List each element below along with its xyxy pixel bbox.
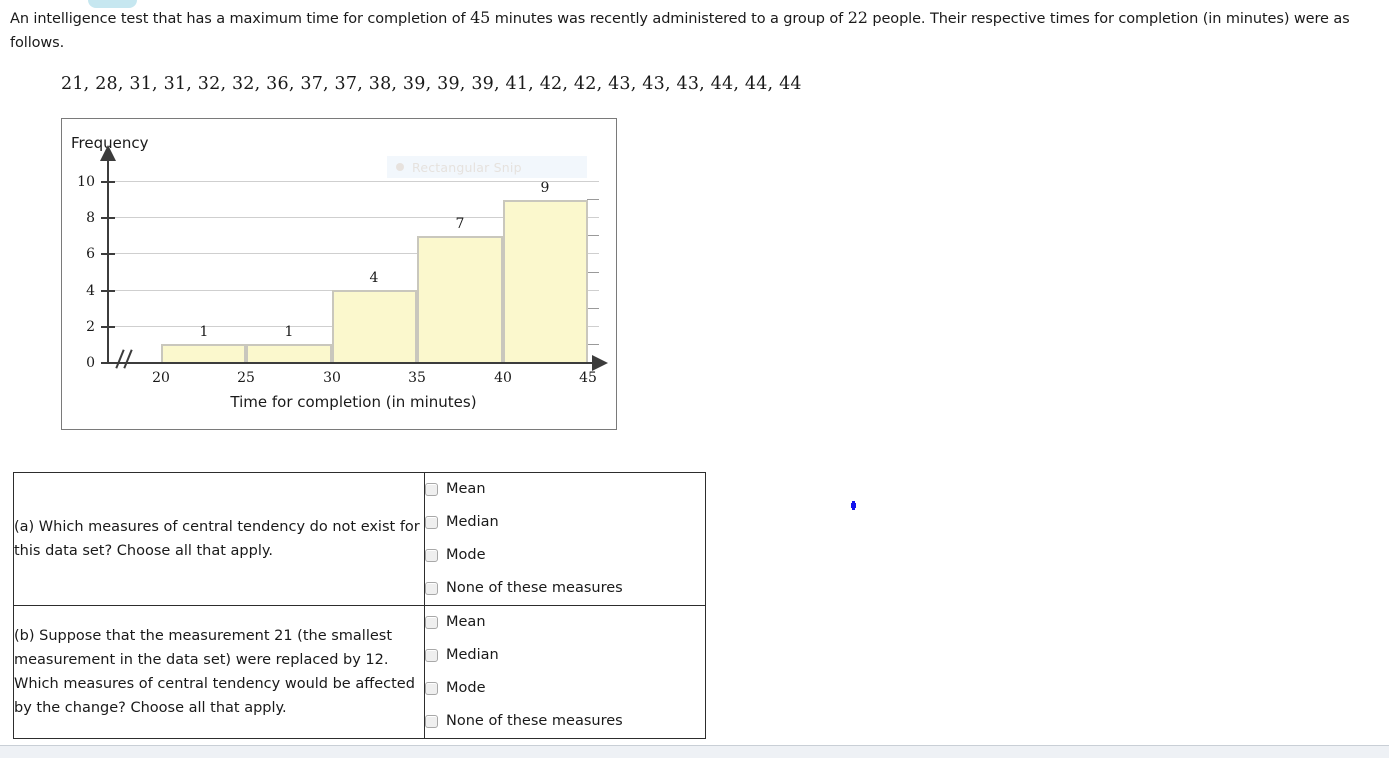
- option-b-none[interactable]: None of these measures: [425, 705, 705, 738]
- option-label: None of these measures: [446, 713, 623, 730]
- snip-dot-icon: [396, 163, 404, 171]
- checkbox-icon[interactable]: [425, 715, 438, 728]
- page-root: An intelligence test that has a maximum …: [0, 0, 1389, 758]
- xtick-label-40: 40: [494, 370, 512, 386]
- right-tick-7: [587, 235, 599, 236]
- xtick-label-45: 45: [579, 370, 597, 386]
- ytick-label-6: 6: [86, 246, 95, 262]
- xtick-label-35: 35: [408, 370, 426, 386]
- bar-40-45: [503, 200, 588, 364]
- table-row: (b) Suppose that the measurement 21 (the…: [13, 605, 706, 739]
- problem-statement: An intelligence test that has a maximum …: [10, 6, 1380, 55]
- axis-break-icon: [115, 349, 138, 369]
- question-b-cell: (b) Suppose that the measurement 21 (the…: [13, 605, 425, 739]
- questions-table: (a) Which measures of central tendency d…: [13, 472, 706, 739]
- x-axis-title: Time for completion (in minutes): [230, 393, 477, 411]
- statement-text-2: minutes was recently administered to a g…: [490, 11, 848, 27]
- right-tick-9: [587, 199, 599, 200]
- option-label: Median: [446, 647, 499, 664]
- x-axis-line: [107, 362, 596, 364]
- option-label: Mode: [446, 547, 486, 564]
- bar-label-20-25: 1: [199, 324, 209, 340]
- bar-label-40-45: 9: [540, 180, 550, 196]
- group-size-value: 22: [847, 8, 868, 27]
- data-values-list: 21, 28, 31, 31, 32, 32, 36, 37, 37, 38, …: [61, 74, 802, 94]
- option-label: Mode: [446, 680, 486, 697]
- checkbox-icon[interactable]: [425, 549, 438, 562]
- option-b-median[interactable]: Median: [425, 639, 705, 672]
- ytick-label-8: 8: [86, 210, 95, 226]
- question-a-prompt: (a) Which measures of central tendency d…: [14, 519, 420, 559]
- bar-30-35: [332, 290, 417, 364]
- ytick-label-0: 0: [86, 355, 95, 371]
- ytick-label-4: 4: [86, 283, 95, 299]
- bar-25-30: [246, 344, 332, 364]
- table-row: (a) Which measures of central tendency d…: [13, 472, 706, 606]
- option-a-none[interactable]: None of these measures: [425, 572, 705, 605]
- checkbox-icon[interactable]: [425, 682, 438, 695]
- option-label: None of these measures: [446, 580, 623, 597]
- checkbox-icon[interactable]: [425, 483, 438, 496]
- bar-label-35-40: 7: [455, 216, 465, 232]
- histogram-chart: Frequency 1 1 4 7 9 0 2 4 6 8 10 20 25 3…: [61, 118, 617, 430]
- option-b-mode[interactable]: Mode: [425, 672, 705, 705]
- right-tick-3: [587, 308, 599, 309]
- bar-label-25-30: 1: [284, 324, 294, 340]
- snip-tooltip-label: Rectangular Snip: [412, 159, 522, 175]
- xtick-label-25: 25: [237, 370, 255, 386]
- checkbox-icon[interactable]: [425, 582, 438, 595]
- option-label: Mean: [446, 614, 486, 631]
- option-label: Median: [446, 514, 499, 531]
- checkbox-icon[interactable]: [425, 516, 438, 529]
- checkbox-icon[interactable]: [425, 616, 438, 629]
- chart-plot-area: Frequency 1 1 4 7 9 0 2 4 6 8 10 20 25 3…: [62, 119, 616, 429]
- cursor-marker-icon: [851, 501, 856, 510]
- snip-tool-tooltip: Rectangular Snip: [387, 156, 587, 178]
- option-a-median[interactable]: Median: [425, 506, 705, 539]
- checkbox-icon[interactable]: [425, 649, 438, 662]
- max-time-value: 45: [470, 8, 491, 27]
- right-tick-5: [587, 272, 599, 273]
- x-axis-arrow-icon: [592, 355, 608, 371]
- gridline-10: [108, 181, 599, 182]
- xtick-label-30: 30: [323, 370, 341, 386]
- bar-35-40: [417, 236, 503, 364]
- bar-20-25: [161, 344, 246, 364]
- bar-label-30-35: 4: [369, 270, 379, 286]
- ytick-label-2: 2: [86, 319, 95, 335]
- ytick-2: [101, 326, 115, 328]
- question-a-options: Mean Median Mode None of these measures: [424, 472, 706, 606]
- statement-text-1: An intelligence test that has a maximum …: [10, 11, 471, 27]
- question-b-prompt: (b) Suppose that the measurement 21 (the…: [14, 628, 415, 716]
- ytick-6: [101, 253, 115, 255]
- ytick-10: [101, 181, 115, 183]
- ytick-4: [101, 290, 115, 292]
- right-tick-1: [587, 344, 599, 345]
- bottom-strip: [0, 745, 1389, 758]
- ytick-0: [101, 362, 115, 364]
- option-label: Mean: [446, 481, 486, 498]
- question-a-cell: (a) Which measures of central tendency d…: [13, 472, 425, 606]
- ytick-8: [101, 217, 115, 219]
- xtick-label-20: 20: [152, 370, 170, 386]
- y-axis-arrow-icon: [100, 145, 116, 161]
- ytick-label-10: 10: [77, 174, 95, 190]
- y-axis-line: [107, 159, 109, 363]
- question-b-options: Mean Median Mode None of these measures: [424, 605, 706, 739]
- option-a-mode[interactable]: Mode: [425, 539, 705, 572]
- option-b-mean[interactable]: Mean: [425, 606, 705, 639]
- option-a-mean[interactable]: Mean: [425, 473, 705, 506]
